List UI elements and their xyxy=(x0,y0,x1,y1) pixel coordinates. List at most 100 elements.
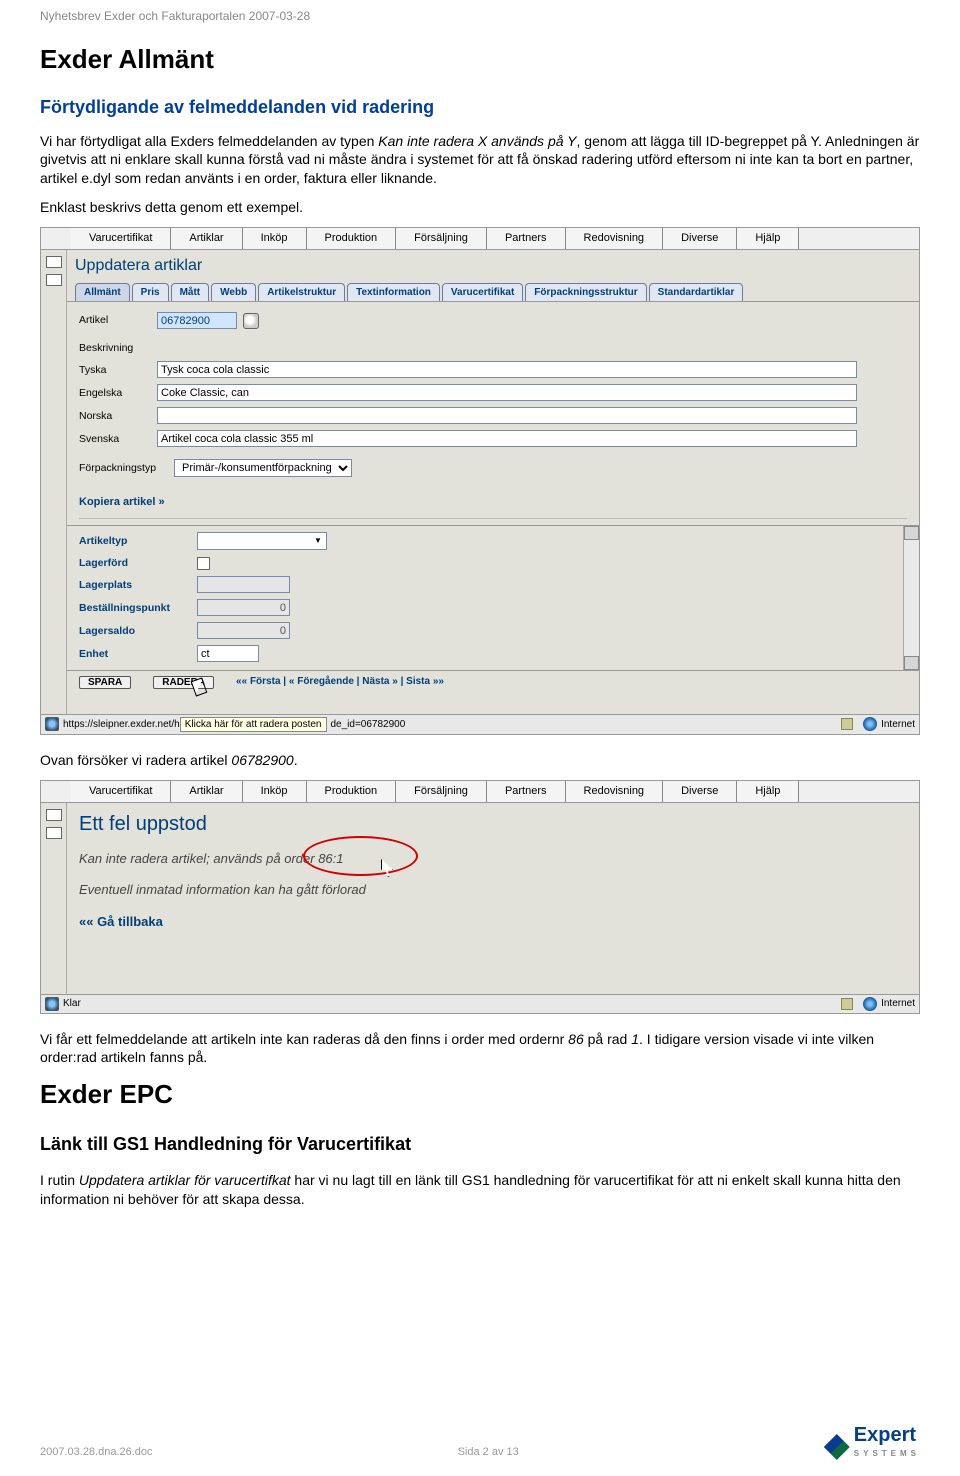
footer-page-number: Sida 2 av 13 xyxy=(458,1445,519,1460)
label-engelska: Engelska xyxy=(79,386,157,400)
menu-redovisning[interactable]: Redovisning xyxy=(566,228,664,249)
home-icon-2[interactable] xyxy=(46,809,62,821)
header-note: Nyhetsbrev Exder och Fakturaportalen 200… xyxy=(40,8,920,24)
page-heading: Exder Allmänt xyxy=(40,42,920,77)
para3: Ovan försöker vi radera artikel 06782900… xyxy=(40,751,920,770)
save-button[interactable]: SPARA xyxy=(79,676,131,689)
input-artikel[interactable] xyxy=(157,312,237,329)
status-bar-2: Klar Internet xyxy=(41,994,919,1013)
panel-title: Uppdatera artiklar xyxy=(67,250,919,283)
tab-textinformation[interactable]: Textinformation xyxy=(347,283,440,302)
delete-button[interactable]: RADERA xyxy=(153,676,214,689)
scroll-down-icon[interactable] xyxy=(904,656,919,670)
menu-produktion[interactable]: Produktion xyxy=(307,228,397,249)
label-svenska: Svenska xyxy=(79,432,157,446)
tooltip: Klicka här för att radera posten xyxy=(180,717,327,733)
ie-icon xyxy=(45,717,59,731)
globe-icon xyxy=(863,717,877,731)
left-icon-bar-2 xyxy=(41,803,67,994)
label-enhet: Enhet xyxy=(79,647,197,661)
search-icon[interactable] xyxy=(243,313,259,329)
label-lagerplats: Lagerplats xyxy=(79,578,197,592)
input-enhet[interactable] xyxy=(197,645,259,662)
screenshot-error: Varucertifikat Artiklar Inköp Produktion… xyxy=(40,780,920,1014)
input-engelska[interactable] xyxy=(157,384,857,401)
para1: Vi har förtydligat alla Exders felmeddel… xyxy=(40,132,920,189)
label-bestallningspunkt: Beställningspunkt xyxy=(79,601,197,615)
input-tyska[interactable] xyxy=(157,361,857,378)
status-zone: Internet xyxy=(881,718,915,732)
status-bar: https://sleipner.exder.net/h Klicka här … xyxy=(41,714,919,735)
menu-varucertifikat-2[interactable]: Varucertifikat xyxy=(71,781,171,802)
menu-inkop-2[interactable]: Inköp xyxy=(243,781,307,802)
page-footer: 2007.03.28.dna.26.doc Sida 2 av 13 Exper… xyxy=(40,1422,920,1460)
input-lagerplats xyxy=(197,576,290,593)
select-forpackningstyp[interactable]: Primär-/konsumentförpackning xyxy=(174,459,352,477)
label-tyska: Tyska xyxy=(79,363,157,377)
label-artikeltyp: Artikeltyp xyxy=(79,534,197,548)
lock-icon xyxy=(841,718,853,730)
status-url: https://sleipner.exder.net/h xyxy=(63,718,180,732)
list-icon[interactable] xyxy=(46,274,62,286)
label-lagersaldo: Lagersaldo xyxy=(79,624,197,638)
main-menu-2: Varucertifikat Artiklar Inköp Produktion… xyxy=(41,781,919,803)
lock-icon-2 xyxy=(841,998,853,1010)
logo-mark-icon xyxy=(824,1434,850,1460)
label-lagerford: Lagerförd xyxy=(79,556,197,570)
menu-partners[interactable]: Partners xyxy=(487,228,566,249)
menu-forsaljning-2[interactable]: Försäljning xyxy=(396,781,487,802)
menu-forsaljning[interactable]: Försäljning xyxy=(396,228,487,249)
tab-allmant[interactable]: Allmänt xyxy=(75,283,130,302)
checkbox-lagerford[interactable] xyxy=(197,557,210,570)
label-beskrivning: Beskrivning xyxy=(79,341,157,355)
scrollbar[interactable] xyxy=(903,526,919,670)
left-icon-bar xyxy=(41,250,67,714)
menu-partners-2[interactable]: Partners xyxy=(487,781,566,802)
menu-artiklar[interactable]: Artiklar xyxy=(171,228,242,249)
list-icon-2[interactable] xyxy=(46,827,62,839)
menu-diverse-2[interactable]: Diverse xyxy=(663,781,737,802)
globe-icon-2 xyxy=(863,997,877,1011)
annotation-circle xyxy=(303,836,418,876)
link-kopiera-artikel[interactable]: Kopiera artikel » xyxy=(79,489,165,514)
home-icon[interactable] xyxy=(46,256,62,268)
screenshot-update-artiklar: Varucertifikat Artiklar Inköp Produktion… xyxy=(40,227,920,735)
tab-standardartiklar[interactable]: Standardartiklar xyxy=(649,283,744,302)
subtab-row: Allmänt Pris Mått Webb Artikelstruktur T… xyxy=(67,283,919,302)
tab-matt[interactable]: Mått xyxy=(171,283,210,302)
heading-exder-epc: Exder EPC xyxy=(40,1077,920,1112)
input-svenska[interactable] xyxy=(157,430,857,447)
input-lagersaldo xyxy=(197,622,290,639)
status-klar: Klar xyxy=(63,997,81,1011)
para5: I rutin Uppdatera artiklar för varucerti… xyxy=(40,1171,920,1209)
menu-inkop[interactable]: Inköp xyxy=(243,228,307,249)
ie-icon-2 xyxy=(45,997,59,1011)
menu-hjalp-2[interactable]: Hjälp xyxy=(737,781,799,802)
status-zone-2: Internet xyxy=(881,997,915,1011)
scroll-up-icon[interactable] xyxy=(904,526,919,540)
menu-redovisning-2[interactable]: Redovisning xyxy=(566,781,664,802)
menu-hjalp[interactable]: Hjälp xyxy=(737,228,799,249)
label-artikel: Artikel xyxy=(79,313,157,327)
menu-varucertifikat[interactable]: Varucertifikat xyxy=(71,228,171,249)
main-menu: Varucertifikat Artiklar Inköp Produktion… xyxy=(41,228,919,250)
para2: Enklast beskrivs detta genom ett exempel… xyxy=(40,198,920,217)
tab-pris[interactable]: Pris xyxy=(132,283,169,302)
scroll-track[interactable] xyxy=(904,540,919,656)
label-norska: Norska xyxy=(79,409,157,423)
tab-webb[interactable]: Webb xyxy=(211,283,256,302)
error-message-2: Eventuell inmatad information kan ha gåt… xyxy=(79,881,907,899)
select-artikeltyp[interactable]: ▼ xyxy=(197,532,327,550)
label-forpackningstyp: Förpackningstyp xyxy=(79,461,174,475)
menu-produktion-2[interactable]: Produktion xyxy=(307,781,397,802)
record-nav[interactable]: «« Första | « Föregående | Nästa » | Sis… xyxy=(236,675,444,689)
go-back-link[interactable]: «« Gå tillbaka xyxy=(79,914,163,929)
input-norska[interactable] xyxy=(157,407,857,424)
expert-logo: Expert SYSTEMS xyxy=(824,1422,920,1460)
menu-diverse[interactable]: Diverse xyxy=(663,228,737,249)
chevron-down-icon: ▼ xyxy=(310,536,326,547)
menu-artiklar-2[interactable]: Artiklar xyxy=(171,781,242,802)
tab-artikelstruktur[interactable]: Artikelstruktur xyxy=(258,283,345,302)
tab-varucertifikat[interactable]: Varucertifikat xyxy=(442,283,523,302)
tab-forpackningsstruktur[interactable]: Förpackningsstruktur xyxy=(525,283,646,302)
